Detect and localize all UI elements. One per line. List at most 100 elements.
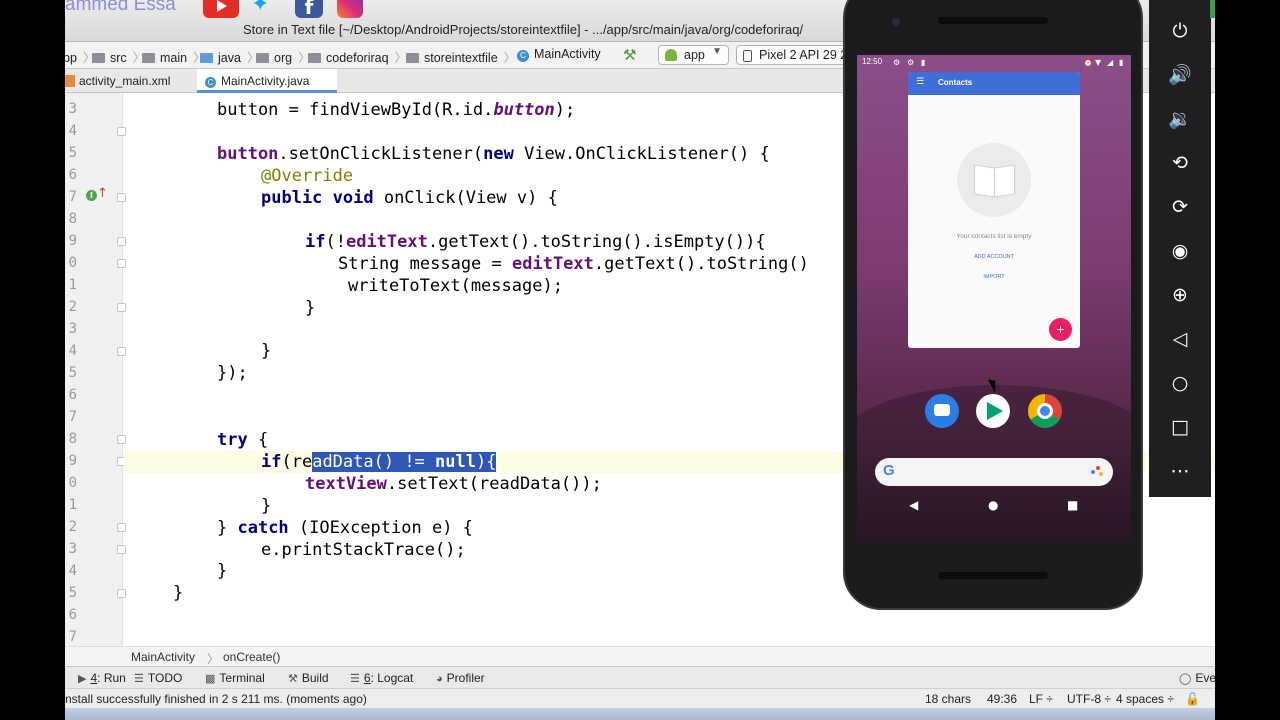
crumb-project[interactable]: pp 〉 <box>65 47 95 66</box>
crumb-org[interactable]: org 〉 <box>256 47 311 66</box>
status-bar: nstall successfully finished in 2 s 211 … <box>65 688 1215 708</box>
code-line-33: button = findViewById(R.id.button); <box>217 100 576 120</box>
profiler-icon: ◕ <box>436 673 443 685</box>
line-number: 4 <box>68 123 77 139</box>
chrome-app-icon[interactable] <box>1028 394 1062 428</box>
more-icon[interactable]: ⋯ <box>1149 456 1211 486</box>
nav-overview-icon[interactable]: ■ <box>1067 498 1078 512</box>
breadcrumb-class[interactable]: MainActivity <box>131 650 195 664</box>
tool-profiler[interactable]: ◕ Profiler <box>436 671 485 685</box>
code-line-36: @Override <box>261 166 354 186</box>
code-line-45: }); <box>217 363 248 383</box>
code-line-37: public void onClick(View v) { <box>261 188 558 208</box>
fold-marker-icon[interactable] <box>117 589 126 598</box>
tool-build[interactable]: ⚒ Build <box>288 671 329 685</box>
import-button[interactable]: IMPORT <box>908 274 1080 280</box>
line-number: 7 <box>68 189 77 205</box>
code-line-35: button.setOnClickListener(new View.OnCli… <box>217 144 770 164</box>
volume-down-icon[interactable]: 🔉 <box>1149 104 1211 134</box>
crumb-src[interactable]: src 〉 <box>92 47 145 66</box>
book-icon <box>957 143 1031 217</box>
code-line-39: if(!editText.getText().toString().isEmpt… <box>305 232 766 252</box>
status-message: nstall successfully finished in 2 s 211 … <box>65 692 367 706</box>
fold-marker-icon[interactable] <box>117 545 126 554</box>
status-line-separator[interactable]: LF ÷ <box>1029 692 1053 706</box>
crumb-java[interactable]: java 〉 <box>200 47 259 66</box>
rotate-left-icon[interactable]: ⟲ <box>1149 148 1211 178</box>
home-icon[interactable]: ○ <box>1149 368 1211 398</box>
nav-back-icon[interactable]: ◀ <box>909 498 918 512</box>
fold-marker-icon[interactable] <box>117 127 126 136</box>
implements-arrow-icon[interactable]: ↑ <box>97 186 108 201</box>
line-number: 7 <box>68 409 77 425</box>
youtube-icon <box>203 0 239 18</box>
android-icon <box>665 49 677 61</box>
fold-marker-icon[interactable] <box>117 435 126 444</box>
back-icon[interactable]: ◁ <box>1149 324 1211 354</box>
twitter-icon: ✦ <box>251 0 270 17</box>
window-title: Store in Text file [~/Desktop/AndroidPro… <box>243 22 804 37</box>
line-gutter: 3 4 5 6 7 8 9 0 1 2 3 4 5 6 7 8 9 0 1 2 3 4 5 6 7 <box>65 93 126 646</box>
overview-icon[interactable]: □ <box>1149 412 1211 442</box>
power-icon[interactable]: ⏻ <box>1149 16 1211 46</box>
fold-marker-icon[interactable] <box>117 303 126 312</box>
tool-todo[interactable]: ☰ TODO <box>134 671 182 685</box>
fold-marker-icon[interactable] <box>117 523 126 532</box>
tool-terminal[interactable]: ▩ Terminal <box>205 671 265 685</box>
lock-icon[interactable]: 🔓 <box>1185 692 1200 706</box>
device-icon <box>743 50 752 62</box>
tool-logcat[interactable]: ☰ 6: Logcat <box>350 671 413 685</box>
channel-name: ammed Essa <box>65 0 176 15</box>
code-line-54: } <box>217 561 228 581</box>
menu-icon[interactable]: ☰ <box>916 77 924 87</box>
play-store-app-icon[interactable] <box>976 394 1010 428</box>
messages-app-icon[interactable] <box>925 394 959 428</box>
fold-marker-icon[interactable] <box>117 259 126 268</box>
emulator-accent <box>1210 0 1215 18</box>
run-config-select[interactable]: app ▼ <box>658 45 729 65</box>
add-contact-fab[interactable]: + <box>1049 318 1072 341</box>
line-number: 8 <box>68 431 77 447</box>
volume-up-icon[interactable]: 🔊 <box>1149 60 1211 90</box>
override-marker-icon[interactable]: I <box>86 190 97 201</box>
fold-marker-icon[interactable] <box>117 237 126 246</box>
camera-icon[interactable]: ◉ <box>1149 236 1211 266</box>
line-number: 4 <box>68 343 77 359</box>
status-indent[interactable]: 4 spaces ÷ <box>1116 692 1174 706</box>
rotate-right-icon[interactable]: ⟳ <box>1149 192 1211 222</box>
tool-run[interactable]: ▶ 4: Run <box>78 671 126 685</box>
assistant-icon[interactable] <box>1091 466 1103 478</box>
fold-marker-icon[interactable] <box>117 193 126 202</box>
crumb-codeforiraq[interactable]: codeforiraq 〉 <box>308 47 407 66</box>
build-hammer-icon[interactable]: ⚒ <box>623 46 636 64</box>
nav-home-icon[interactable]: ● <box>988 498 998 512</box>
battery-icon: ▮ <box>1119 58 1124 67</box>
crumb-storeintextfile[interactable]: storeintextfile 〉 <box>406 47 516 66</box>
phone-screen[interactable]: 12:50 ⚙ ⚙ ▮ ⏰ ▼ ◢ ▮ ☰ Contacts Your cont… <box>857 55 1131 542</box>
crumb-main[interactable]: main〉 <box>142 47 206 66</box>
fold-marker-icon[interactable] <box>117 347 126 356</box>
zoom-icon[interactable]: ⊕ <box>1149 280 1211 310</box>
empty-state-text: Your contacts list is empty <box>956 233 1032 240</box>
status-chars: 18 chars <box>925 692 972 706</box>
tab-mainactivity-java[interactable]: C MainActivity.java <box>197 69 337 93</box>
line-number: 4 <box>68 563 77 579</box>
device-select[interactable]: Pixel 2 API 29 2 <box>736 45 856 65</box>
line-number: 1 <box>68 277 77 293</box>
recent-app-card[interactable]: ☰ Contacts Your contacts list is empty A… <box>908 72 1080 348</box>
line-number: 1 <box>68 497 77 513</box>
status-position[interactable]: 49:36 <box>987 692 1017 706</box>
tool-event-log[interactable]: ◯ Eve <box>1179 671 1215 685</box>
tab-activity-main-xml[interactable]: activity_main.xml <box>65 69 197 93</box>
add-account-button[interactable]: ADD ACCOUNT <box>908 254 1080 260</box>
line-number: 0 <box>68 475 77 491</box>
top-speaker <box>938 17 1048 24</box>
code-line-40: String message = editText.getText().toSt… <box>338 254 809 274</box>
google-search-bar[interactable]: G <box>875 458 1113 486</box>
google-logo: G <box>883 462 895 479</box>
breadcrumb-method[interactable]: onCreate() <box>223 650 280 664</box>
app-title: Contacts <box>938 78 973 87</box>
crumb-mainactivity[interactable]: C MainActivity <box>517 47 601 62</box>
status-encoding[interactable]: UTF-8 ÷ <box>1067 692 1111 706</box>
line-number: 6 <box>68 167 77 183</box>
